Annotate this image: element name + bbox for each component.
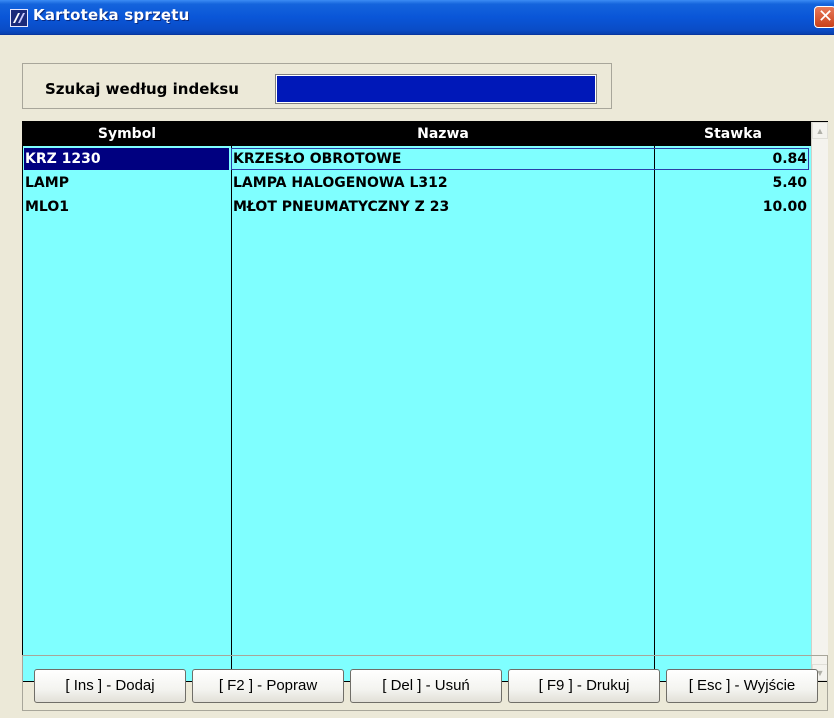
close-button[interactable]: ✕ [814, 6, 834, 28]
cell-symbol: MLO1 [25, 199, 69, 215]
cell-stawka: 5.40 [772, 175, 807, 191]
column-header-symbol[interactable]: Symbol [23, 122, 231, 146]
column-divider [654, 146, 655, 681]
cell-stawka: 10.00 [762, 199, 807, 215]
grid-header: Symbol Nazwa Stawka [23, 122, 811, 146]
table-row[interactable]: KRZ 1230 KRZESŁO OBROTOWE 0.84 [23, 148, 811, 170]
cell-nazwa: MŁOT PNEUMATYCZNY Z 23 [233, 199, 450, 215]
vertical-scrollbar[interactable]: ▲ ▼ [811, 122, 828, 681]
column-header-stawka[interactable]: Stawka [655, 122, 811, 146]
delete-button[interactable]: [ Del ] - Usuń [350, 669, 502, 703]
cell-nazwa: LAMPA HALOGENOWA L312 [233, 175, 448, 191]
search-input[interactable] [275, 74, 597, 104]
add-button[interactable]: [ Ins ] - Dodaj [34, 669, 186, 703]
exit-button[interactable]: [ Esc ] - Wyjście [666, 669, 818, 703]
table-row[interactable]: MLO1 MŁOT PNEUMATYCZNY Z 23 10.00 [23, 196, 811, 218]
table-row[interactable]: LAMP LAMPA HALOGENOWA L312 5.40 [23, 172, 811, 194]
cell-symbol: KRZ 1230 [24, 148, 229, 170]
column-divider [231, 146, 232, 681]
cell-symbol: LAMP [25, 175, 69, 191]
print-button[interactable]: [ F9 ] - Drukuj [508, 669, 660, 703]
close-icon: ✕ [818, 6, 834, 27]
edit-button[interactable]: [ F2 ] - Popraw [192, 669, 344, 703]
column-header-nazwa[interactable]: Nazwa [232, 122, 654, 146]
scroll-up-arrow-icon[interactable]: ▲ [812, 122, 828, 139]
app-logo-icon [10, 9, 28, 27]
cell-stawka: 0.84 [772, 151, 807, 167]
window-title: Kartoteka sprzętu [33, 6, 190, 24]
equipment-grid: Symbol Nazwa Stawka KRZ 1230 KRZESŁO OBR… [22, 121, 828, 682]
title-bar: Kartoteka sprzętu ✕ [0, 0, 834, 35]
cell-nazwa: KRZESŁO OBROTOWE [233, 151, 402, 167]
search-label: Szukaj według indeksu [45, 80, 239, 98]
